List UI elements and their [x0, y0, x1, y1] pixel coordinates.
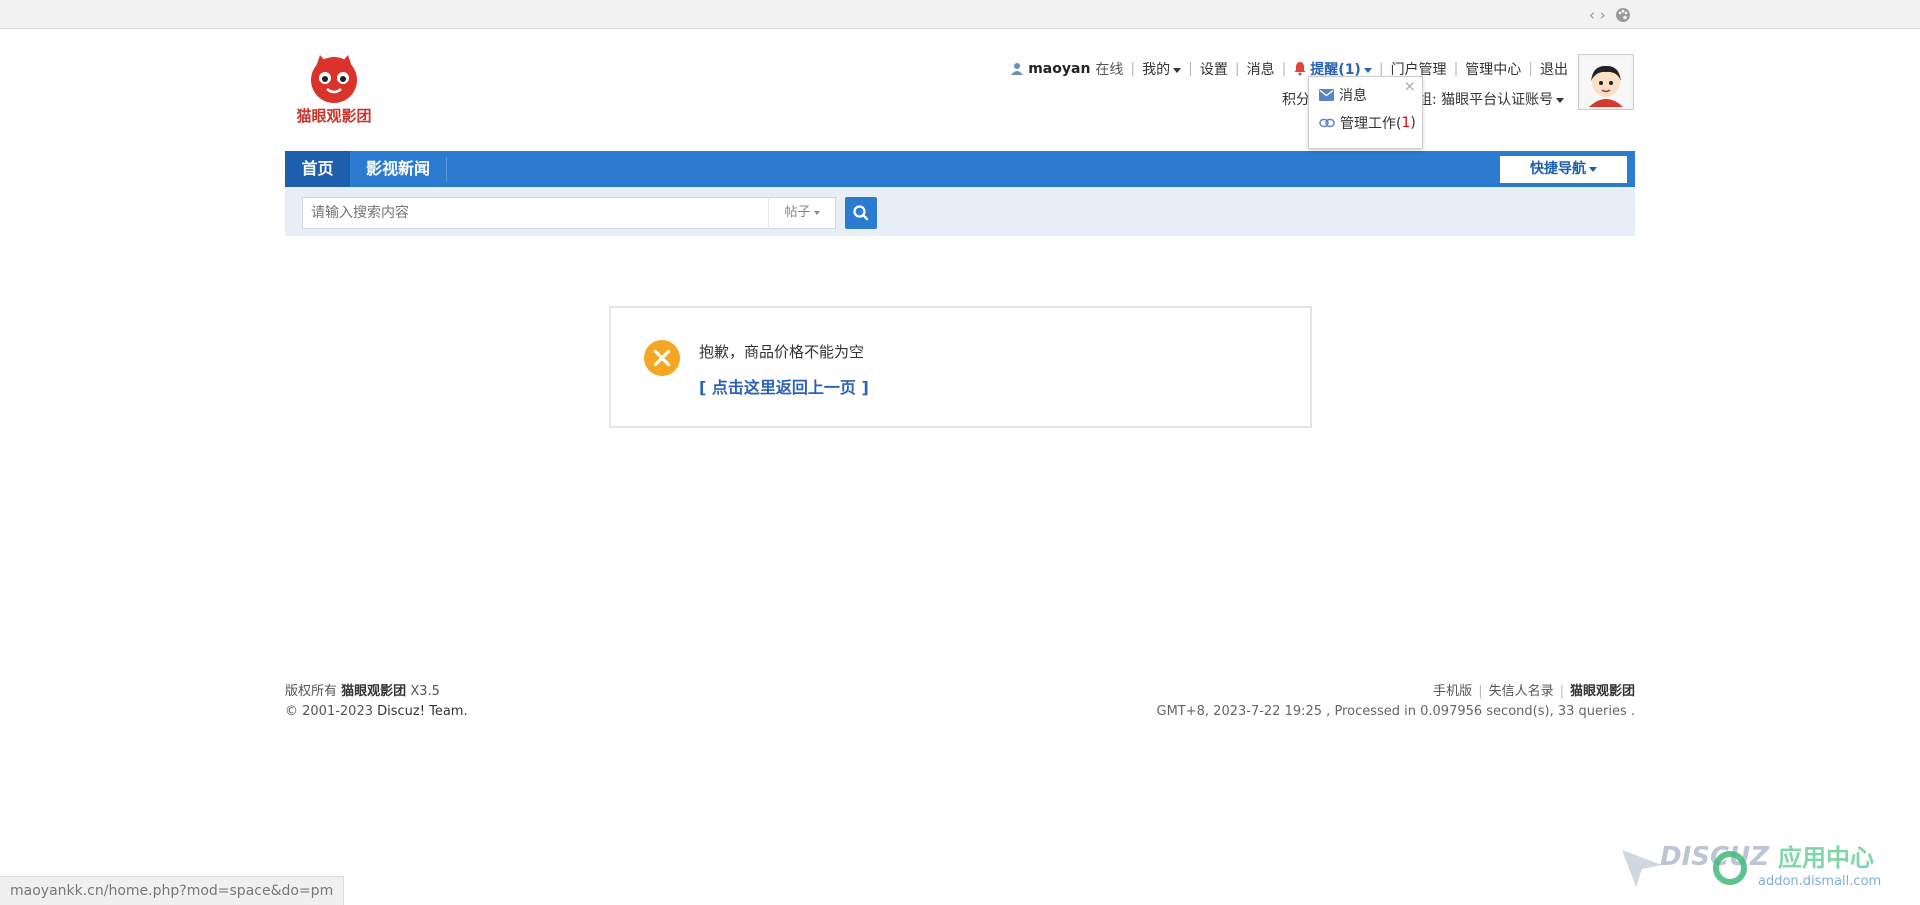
user-toolbar: maoyan 在线 | 我的 | 设置 | 消息 | 提醒(1) | 门户管理 …: [1010, 59, 1568, 79]
mobile-link[interactable]: 手机版: [1433, 684, 1472, 699]
status-url: maoyankk.cn/home.php?mod=space&do=pm: [0, 876, 345, 905]
remind-dropdown: × 消息 管理工作(1): [1308, 76, 1423, 149]
watermark-logo: DISCUZ 应用中心 addon.dismall.com: [1622, 842, 1881, 889]
my-menu[interactable]: 我的: [1142, 59, 1182, 79]
chevron-down-icon: [1556, 97, 1565, 103]
nav-tab-news[interactable]: 影视新闻: [350, 157, 448, 181]
messages-link[interactable]: 消息: [1247, 59, 1275, 79]
search-icon: [853, 205, 869, 221]
chevron-down-icon: [813, 210, 820, 215]
main-nav: 首页 影视新闻 快捷导航: [285, 151, 1635, 187]
admin-center-link[interactable]: 管理中心: [1465, 59, 1521, 79]
avatar-image: [1581, 57, 1631, 107]
footer-links: 手机版 | 失信人名录 | 猫眼观影团: [1433, 684, 1635, 699]
code-view-icon[interactable]: ‹ ›: [1589, 6, 1606, 24]
search-type-select[interactable]: 帖子: [768, 197, 836, 229]
user-icon: [1011, 63, 1024, 75]
error-icon: [644, 340, 680, 376]
palette-icon[interactable]: [1615, 7, 1631, 23]
envelope-icon: [1319, 89, 1334, 101]
bell-icon: [1294, 62, 1306, 76]
watermark-cn: 应用中心: [1778, 844, 1874, 872]
cat-logo-icon: [311, 55, 357, 103]
dropdown-item-message[interactable]: 消息: [1319, 85, 1367, 105]
logo-text: 猫眼观影团: [296, 107, 372, 125]
footer-powered: © 2001-2023 Discuz! Team.: [285, 704, 468, 719]
search-button[interactable]: [845, 197, 877, 229]
discuz-link[interactable]: Discuz! Team.: [377, 704, 467, 719]
footer-site-link-right[interactable]: 猫眼观影团: [1570, 684, 1635, 699]
username-link[interactable]: maoyan: [1028, 61, 1090, 77]
blacklist-link[interactable]: 失信人名录: [1489, 684, 1554, 699]
search-input[interactable]: [302, 197, 769, 229]
chevron-down-icon: [1589, 166, 1597, 172]
search-bar: 帖子: [285, 187, 1635, 236]
site-logo[interactable]: 猫眼观影团: [294, 53, 374, 125]
close-icon[interactable]: ×: [1403, 77, 1416, 95]
nav-tab-home[interactable]: 首页: [285, 151, 350, 187]
online-status[interactable]: 在线: [1095, 59, 1123, 79]
browser-top-strip: ‹ ›: [0, 0, 1920, 29]
chevron-down-icon: [1363, 67, 1372, 73]
dropdown-item-manage[interactable]: 管理工作(1): [1319, 113, 1416, 133]
logout-link[interactable]: 退出: [1540, 59, 1568, 79]
settings-link[interactable]: 设置: [1200, 59, 1228, 79]
avatar[interactable]: [1578, 54, 1634, 110]
user-group-menu[interactable]: 组: 猫眼平台认证账号: [1418, 89, 1565, 109]
link-icon: [1319, 118, 1335, 128]
footer-stats: GMT+8, 2023-7-22 19:25 , Processed in 0.…: [1156, 704, 1635, 719]
chevron-down-icon: [1173, 67, 1182, 73]
quick-nav-button[interactable]: 快捷导航: [1500, 156, 1627, 183]
error-text: 抱歉，商品价格不能为空: [699, 343, 865, 361]
back-link[interactable]: [ 点击这里返回上一页 ]: [699, 374, 869, 398]
watermark-domain: addon.dismall.com: [1758, 874, 1881, 889]
error-message-box: 抱歉，商品价格不能为空 [ 点击这里返回上一页 ]: [609, 306, 1312, 428]
footer-site-link[interactable]: 猫眼观影团: [341, 684, 406, 699]
footer-copyright: 版权所有 猫眼观影团 X3.5: [285, 684, 440, 699]
credits-link[interactable]: 积分: [1282, 89, 1310, 109]
